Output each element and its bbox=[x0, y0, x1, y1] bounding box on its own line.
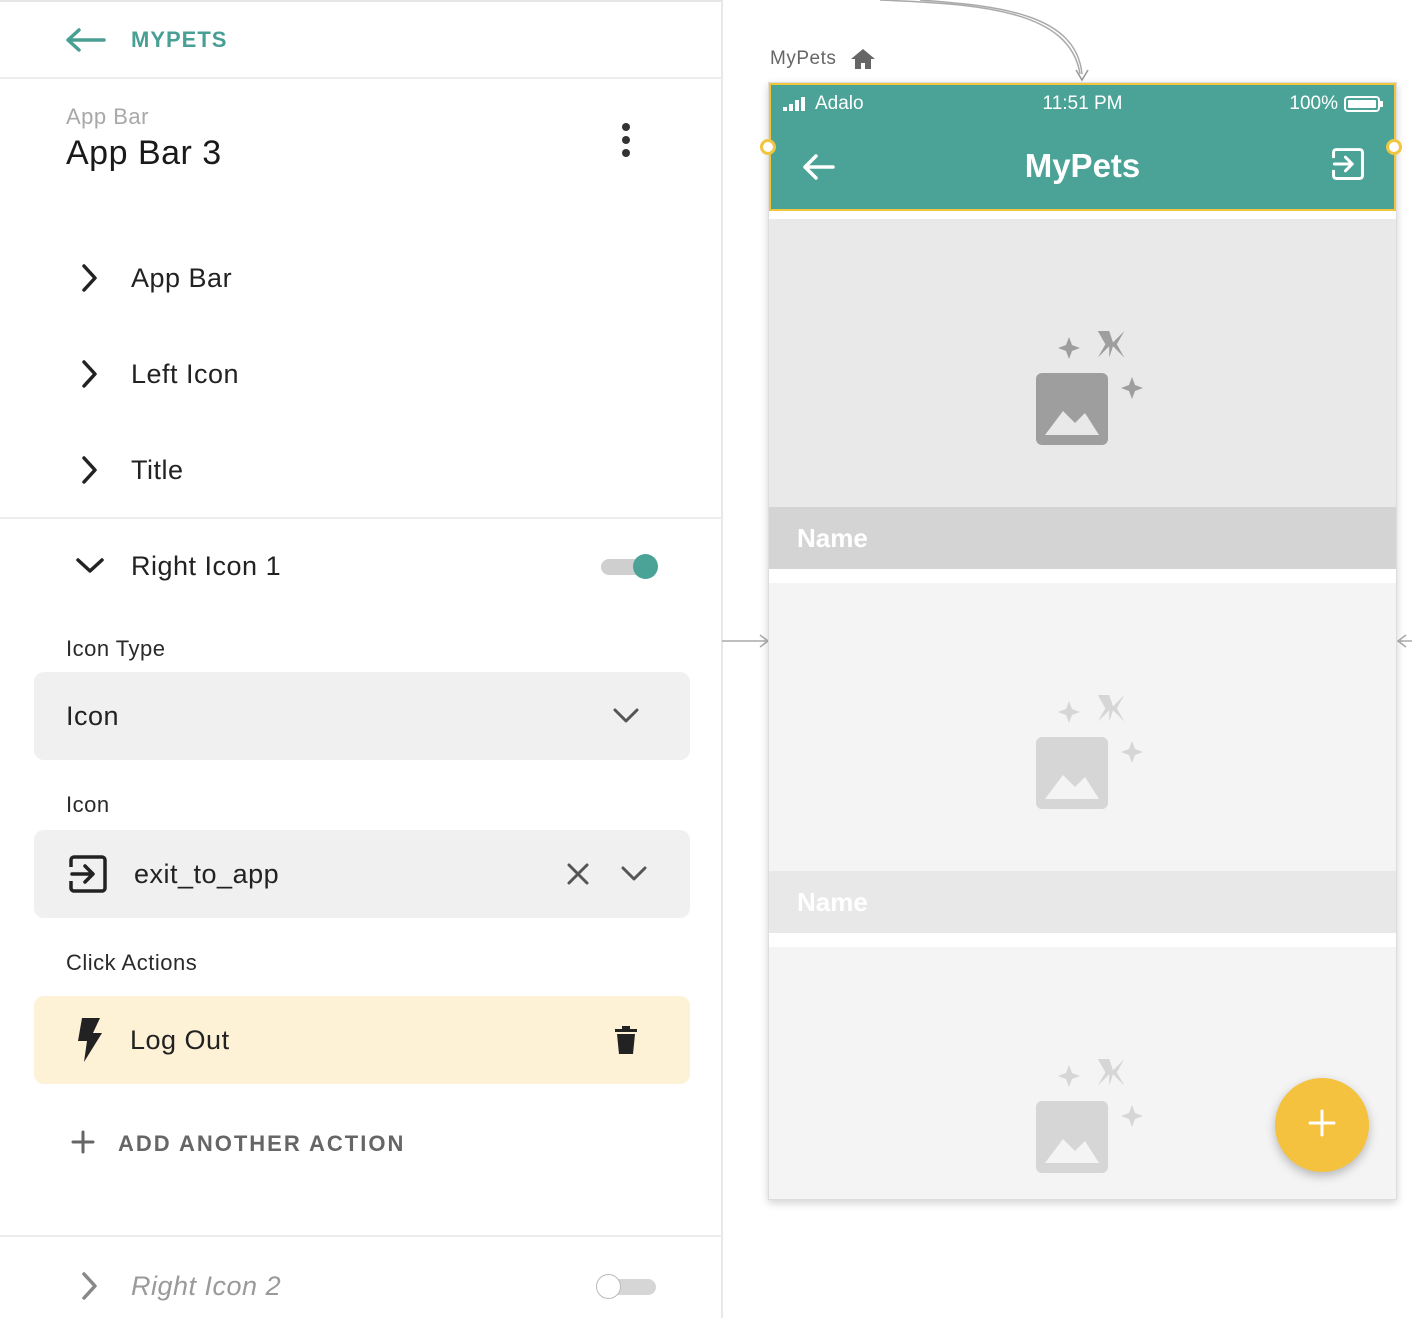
item-name: Name bbox=[769, 507, 1396, 569]
section-label: Right Icon 1 bbox=[131, 550, 282, 581]
action-label: Log Out bbox=[130, 1024, 230, 1055]
clear-icon[interactable] bbox=[564, 860, 592, 893]
phone-screen[interactable]: Name Name Adalo 11:51 PM 100% MyPets bbox=[768, 82, 1397, 1200]
right-icon-1-toggle[interactable] bbox=[601, 552, 659, 580]
arrow-left-icon bbox=[66, 22, 110, 58]
icon-label: Icon bbox=[66, 792, 110, 817]
chevron-down-icon bbox=[610, 702, 642, 735]
component-type-label: App Bar bbox=[66, 104, 149, 129]
link-arrow-in bbox=[722, 634, 770, 648]
add-fab-button[interactable] bbox=[1275, 1078, 1369, 1172]
item-name: Name bbox=[769, 871, 1396, 933]
image-placeholder-icon bbox=[1036, 331, 1143, 445]
component-name[interactable]: App Bar 3 bbox=[66, 134, 222, 173]
chevron-down-icon bbox=[66, 542, 114, 590]
home-icon bbox=[850, 48, 876, 70]
image-placeholder-icon bbox=[1036, 695, 1143, 809]
trash-icon[interactable] bbox=[614, 1026, 638, 1059]
chevron-down-icon bbox=[618, 860, 650, 893]
lightning-icon bbox=[76, 1018, 104, 1062]
divider bbox=[0, 77, 722, 79]
properties-panel: MYPETS App Bar App Bar 3 App Bar Left Ic… bbox=[0, 0, 723, 1318]
resize-handle-left[interactable] bbox=[760, 139, 776, 155]
section-label: Left Icon bbox=[131, 358, 240, 389]
chevron-right-icon bbox=[66, 446, 114, 494]
back-to-screen-button[interactable]: MYPETS bbox=[66, 22, 227, 58]
section-right-icon-1[interactable]: Right Icon 1 bbox=[66, 542, 281, 590]
chevron-right-icon bbox=[66, 254, 114, 302]
navigation-link-lines bbox=[879, 0, 1089, 82]
divider bbox=[0, 1235, 722, 1237]
divider bbox=[0, 517, 722, 519]
app-bar-title: MyPets bbox=[1024, 147, 1141, 184]
image-placeholder-icon bbox=[1036, 1059, 1143, 1173]
plus-icon bbox=[1307, 1108, 1337, 1143]
section-right-icon-2[interactable]: Right Icon 2 bbox=[66, 1262, 281, 1310]
plus-icon bbox=[70, 1129, 96, 1160]
section-label: Title bbox=[131, 454, 184, 485]
resize-handle-right[interactable] bbox=[1386, 139, 1402, 155]
link-arrow-right bbox=[1396, 634, 1412, 648]
screen-name-tag[interactable]: MyPets bbox=[770, 48, 876, 70]
back-label: MYPETS bbox=[131, 27, 228, 52]
section-label: Right Icon 2 bbox=[131, 1270, 282, 1301]
section-label: App Bar bbox=[131, 262, 233, 293]
icon-type-select[interactable]: Icon bbox=[34, 672, 690, 760]
icon-type-value: Icon bbox=[66, 700, 120, 731]
icon-select[interactable]: exit_to_app bbox=[34, 830, 690, 918]
add-another-action-button[interactable]: ADD ANOTHER ACTION bbox=[70, 1128, 405, 1160]
app-bar-selected[interactable]: Adalo 11:51 PM 100% MyPets bbox=[769, 83, 1396, 211]
battery-icon bbox=[1344, 96, 1383, 112]
icon-type-label: Icon Type bbox=[66, 636, 166, 661]
screen-name: MyPets bbox=[770, 48, 837, 69]
add-action-label: ADD ANOTHER ACTION bbox=[118, 1131, 406, 1156]
section-left-icon[interactable]: Left Icon bbox=[66, 350, 239, 398]
battery-percent: 100% bbox=[1289, 93, 1338, 114]
list-item[interactable]: Name bbox=[769, 583, 1396, 933]
click-actions-label: Click Actions bbox=[66, 950, 198, 975]
chevron-right-icon bbox=[66, 1262, 114, 1310]
action-log-out[interactable]: Log Out bbox=[34, 996, 690, 1084]
list-item[interactable]: Name bbox=[769, 219, 1396, 569]
status-bar: Adalo 11:51 PM 100% bbox=[771, 85, 1394, 121]
right-icon-2-toggle[interactable] bbox=[596, 1272, 656, 1300]
battery: 100% bbox=[1289, 93, 1384, 115]
more-options-icon[interactable] bbox=[606, 118, 646, 162]
exit-to-app-icon[interactable] bbox=[1331, 147, 1371, 187]
section-app-bar[interactable]: App Bar bbox=[66, 254, 232, 302]
icon-value: exit_to_app bbox=[134, 858, 280, 889]
chevron-right-icon bbox=[66, 350, 114, 398]
panel-top-border bbox=[0, 0, 723, 2]
exit-to-app-icon bbox=[68, 854, 108, 894]
section-title[interactable]: Title bbox=[66, 446, 184, 494]
